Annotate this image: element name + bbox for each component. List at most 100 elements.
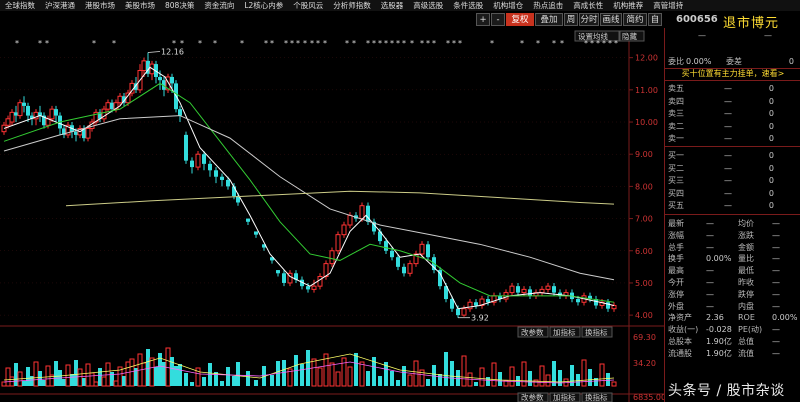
info-value: — (772, 266, 780, 276)
event-marker: * (92, 39, 96, 48)
event-marker: * (596, 39, 600, 48)
menu-item[interactable]: 全球指数 (0, 0, 40, 11)
info-label: 金额 (738, 242, 754, 252)
info-row: 外盘 — 内盘 — (668, 301, 798, 312)
menu-item[interactable]: 选股器 (376, 0, 409, 11)
menu-item[interactable]: 资金流向 (199, 0, 239, 11)
candle-body (456, 308, 460, 316)
zoom-in-button[interactable]: + (476, 13, 490, 26)
event-marker: * (310, 39, 314, 48)
main-order-ad-link[interactable]: 买十位置有主力挂单，速看> (669, 68, 797, 79)
event-marker: * (198, 39, 202, 48)
orderbook-row[interactable]: 卖一 — 0 (668, 133, 798, 145)
event-marker: * (366, 39, 370, 48)
menu-item[interactable]: 高级选股 (408, 0, 448, 11)
auto-button[interactable]: 自 (648, 13, 662, 26)
menu-item[interactable]: 高管增持 (648, 0, 688, 11)
sub-chart-button-label: 换指标 (585, 327, 608, 337)
orderbook-row[interactable]: 卖五 — 0 (668, 83, 798, 95)
period-button[interactable]: 周 (564, 13, 578, 26)
candle-body (184, 134, 188, 161)
menu-item[interactable]: 高成长性 (568, 0, 608, 11)
volume-bar (77, 368, 83, 387)
candle-body (396, 257, 400, 267)
orderbook-row[interactable]: 买二 — 0 (668, 163, 798, 175)
menu-item[interactable]: 分析师指数 (328, 0, 376, 11)
volume-bar (426, 379, 430, 386)
volume-bar (396, 380, 400, 386)
volume-bar (89, 372, 95, 387)
volume-tick-label: 34.20 (633, 359, 656, 368)
menu-item[interactable]: 个股风云 (288, 0, 328, 11)
orderbook-row[interactable]: 买三 — 0 (668, 175, 798, 187)
volume-bar (62, 379, 66, 386)
menu-item[interactable]: 沪深港通 (40, 0, 80, 11)
orderbook-row[interactable]: 买四 — 0 (668, 188, 798, 200)
volume-bar (33, 361, 39, 387)
event-marker: * (536, 39, 540, 48)
volume-bar (606, 373, 610, 386)
volume-bar (122, 376, 126, 386)
candle-body (85, 127, 91, 139)
orderbook-row[interactable]: 卖四 — 0 (668, 96, 798, 108)
info-value: — (706, 301, 714, 311)
orderbook-row[interactable]: 卖三 — 0 (668, 108, 798, 120)
volume-bar (141, 362, 147, 387)
orderbook-row[interactable]: 买五 — 0 (668, 200, 798, 212)
info-row: 涨停 — 跌停 — (668, 289, 798, 300)
volume-bar (74, 360, 78, 386)
info-value: — (772, 278, 780, 287)
event-marker: * (296, 39, 300, 48)
candle-body (576, 299, 580, 303)
menu-item[interactable]: 条件选股 (448, 0, 488, 11)
price-tick-label: 5.00 (635, 279, 653, 288)
menu-item[interactable]: 机构增仓 (488, 0, 528, 11)
info-label: 总手 (668, 242, 684, 252)
volume-bar (552, 361, 556, 386)
orderbook-row[interactable]: 买一 — 0 (668, 150, 798, 162)
volume-bar (509, 366, 515, 387)
orderbook-row[interactable]: 卖二 — 0 (668, 121, 798, 133)
stock-code: 600656 (676, 14, 718, 25)
candle-body (335, 234, 341, 252)
menu-item[interactable]: L2核心内参 (239, 0, 288, 11)
simple-mode-button[interactable]: 简约 (623, 13, 647, 26)
volume-bar (70, 374, 74, 386)
last-change: — (764, 31, 772, 40)
info-label: 跌停 (738, 289, 754, 299)
info-label: 总股本 (668, 337, 692, 346)
draw-line-button[interactable]: 画线 (600, 13, 622, 26)
zoom-out-button[interactable]: - (491, 13, 505, 26)
orderbook-volume: 0 (768, 163, 774, 173)
minute-button[interactable]: 分时 (579, 13, 599, 26)
volume-bar (42, 380, 46, 386)
menu-item[interactable]: 港股市场 (80, 0, 120, 11)
menu-item[interactable]: 美股市场 (120, 0, 160, 11)
volume-bar (438, 374, 442, 386)
volume-bar (611, 381, 617, 387)
menu-item[interactable]: 机构推荐 (608, 0, 648, 11)
info-label: 涨幅 (668, 230, 684, 240)
info-label: 收益(一) (668, 325, 699, 335)
volume-bar (202, 377, 206, 386)
event-marker: * (352, 39, 356, 48)
candle-body (539, 288, 545, 294)
candle-body (105, 102, 111, 110)
info-row: 总股本 1.90亿 总值 — (668, 336, 798, 347)
adjust-rights-button[interactable]: 复权 (506, 13, 534, 26)
candle-body (158, 76, 162, 81)
info-value: — (706, 242, 714, 252)
info-label: 流值 (738, 348, 754, 358)
volume-bar (486, 377, 490, 386)
menu-item[interactable]: 热点追击 (528, 0, 568, 11)
kline-chart[interactable]: 12.0011.0010.009.008.007.006.005.004.00设… (0, 28, 664, 402)
info-value: — (772, 301, 780, 311)
menu-item[interactable]: 808决策 (160, 0, 199, 11)
candle-body (110, 102, 114, 110)
orderbook-level-label: 买三 (668, 176, 684, 186)
volume-bar (254, 380, 258, 386)
volume-bar (402, 366, 406, 386)
overlay-button[interactable]: 叠加 (535, 13, 563, 26)
volume-bar (498, 372, 502, 386)
orderbook-price: — (724, 96, 732, 106)
